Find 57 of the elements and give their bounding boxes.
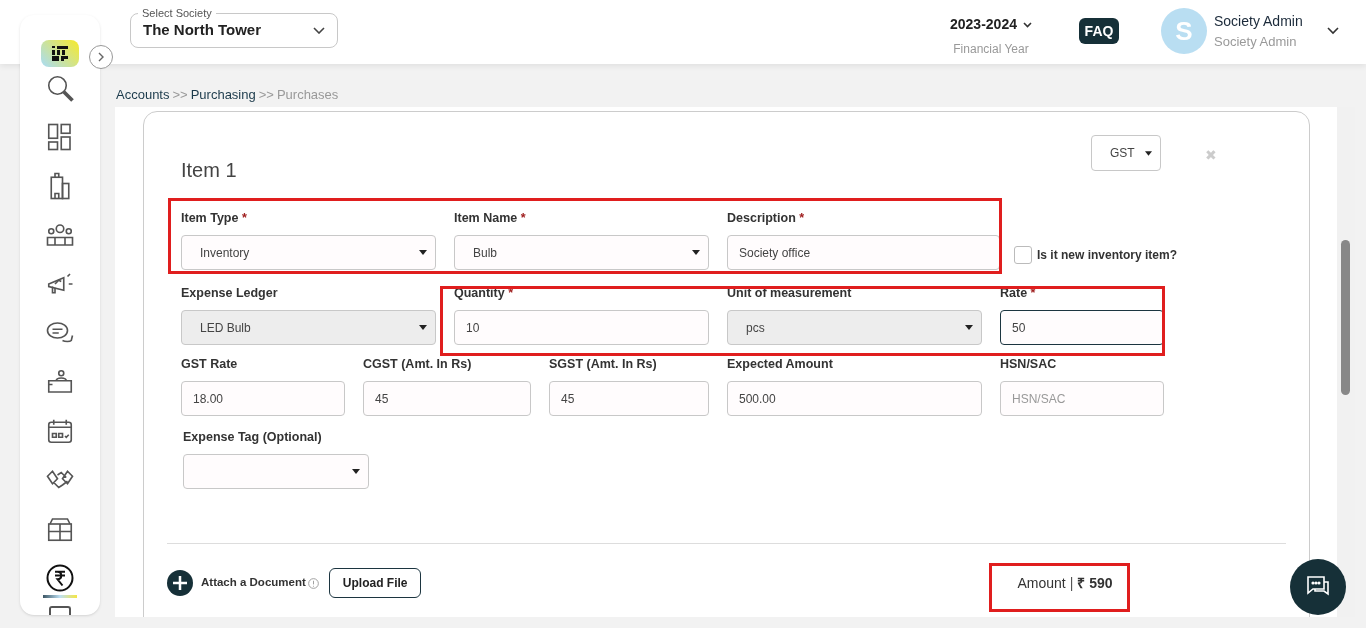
breadcrumb-link[interactable]: Purchasing bbox=[190, 85, 256, 105]
caret-icon bbox=[419, 325, 427, 330]
input-field[interactable]: 10 bbox=[454, 310, 709, 345]
field-label: Item Type * bbox=[181, 210, 248, 227]
dropdown[interactable]: Bulb bbox=[454, 235, 709, 270]
chevron-icon[interactable] bbox=[1327, 27, 1339, 35]
input-field[interactable]: 45 bbox=[363, 381, 531, 416]
amount-label: Amount bbox=[1017, 573, 1066, 593]
year-select[interactable]: 2023-2024 bbox=[950, 14, 1032, 35]
breadcrumb-current: Purchases bbox=[276, 86, 339, 104]
breadcrumb-separator: >> bbox=[172, 86, 188, 104]
amount-value: ₹ 590 bbox=[1077, 573, 1113, 593]
input-field[interactable]: 500.00 bbox=[727, 381, 982, 416]
society-name: The North Tower bbox=[143, 20, 262, 41]
field-label: GST Rate bbox=[181, 356, 239, 373]
input-field[interactable]: 50 bbox=[1000, 310, 1164, 345]
item-title: Item 1 bbox=[181, 158, 237, 183]
checkbox-label: Is it new inventory item? bbox=[1037, 247, 1178, 264]
input-field[interactable]: Society office bbox=[727, 235, 1000, 270]
field-label: CGST (Amt. In Rs) bbox=[363, 356, 473, 373]
chevron-icon bbox=[1022, 21, 1032, 28]
scrollbar-thumb[interactable] bbox=[1341, 240, 1350, 395]
field-label: Expected Amount bbox=[727, 356, 834, 373]
caret-icon bbox=[1145, 150, 1152, 156]
breadcrumb-separator: >> bbox=[258, 86, 274, 104]
user-role: Society Admin bbox=[1214, 33, 1297, 51]
logo-icon bbox=[50, 43, 70, 64]
input-field[interactable]: 45 bbox=[549, 381, 709, 416]
faq-button[interactable]: FAQ bbox=[1079, 18, 1119, 44]
dropdown[interactable]: Inventory bbox=[181, 235, 436, 270]
breadcrumb-link[interactable]: Accounts bbox=[116, 85, 170, 105]
add-icon[interactable] bbox=[167, 570, 193, 596]
info-icon bbox=[307, 577, 319, 589]
attach-label: Attach a Document bbox=[201, 575, 306, 591]
year-caption: Financial Year bbox=[953, 41, 1029, 58]
tax-select[interactable]: GST bbox=[1091, 135, 1161, 171]
field-label: Item Name * bbox=[454, 210, 527, 227]
field-label: HSN/SAC bbox=[1000, 356, 1058, 373]
chevron-icon bbox=[98, 52, 104, 62]
field-label: Description * bbox=[727, 210, 806, 227]
rupee-icon[interactable] bbox=[45, 562, 75, 593]
chevron-icon bbox=[313, 27, 325, 34]
input-field[interactable]: HSN/SAC bbox=[1000, 381, 1164, 416]
field-label: Expense Ledger bbox=[181, 285, 279, 302]
input-field[interactable]: 18.00 bbox=[181, 381, 345, 416]
caret-icon bbox=[692, 250, 700, 255]
caret-icon bbox=[419, 250, 427, 255]
checkbox[interactable] bbox=[1014, 246, 1032, 264]
user-name: Society Admin bbox=[1214, 12, 1303, 31]
field-label: SGST (Amt. In Rs) bbox=[549, 356, 658, 373]
app-logo[interactable] bbox=[41, 40, 79, 67]
field-label: Expense Tag (Optional) bbox=[183, 429, 323, 446]
amount-divider: | bbox=[1069, 573, 1074, 593]
active-indicator bbox=[43, 594, 77, 598]
upload-file-button[interactable]: Upload File bbox=[328, 568, 422, 598]
caret-icon bbox=[965, 325, 973, 330]
caret-icon bbox=[352, 469, 360, 474]
